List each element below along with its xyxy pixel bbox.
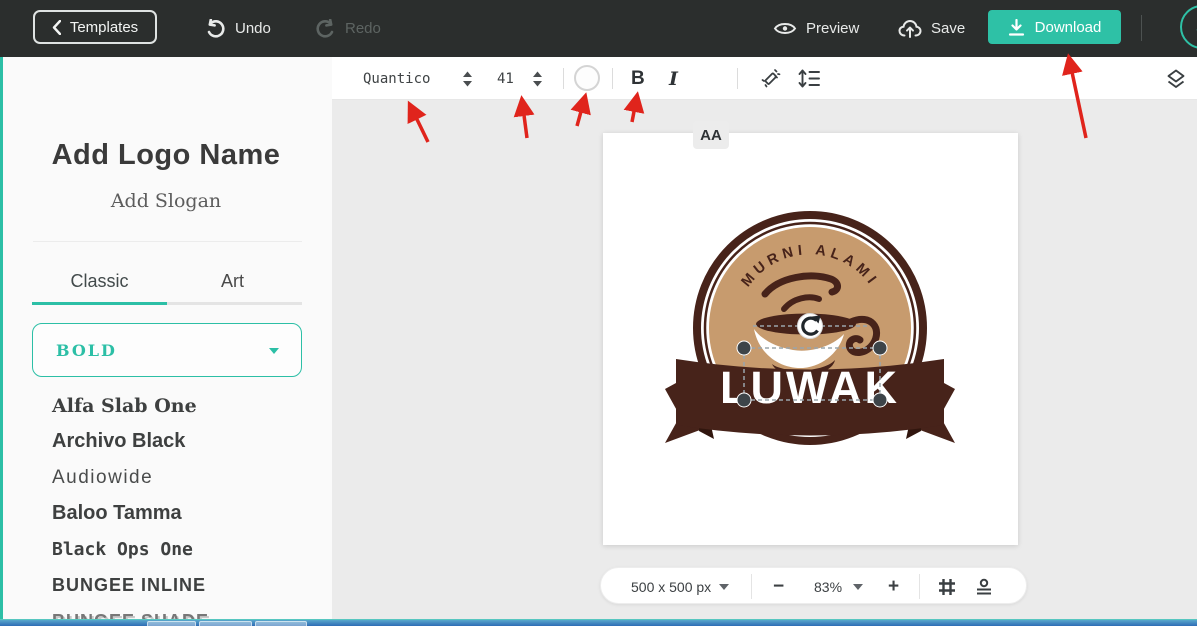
avatar[interactable]: S bbox=[1180, 5, 1197, 49]
snap-toggle-button[interactable] bbox=[975, 568, 993, 605]
undo-label: Undo bbox=[235, 20, 271, 37]
font-stepper-icon bbox=[462, 71, 473, 87]
zoom-caret[interactable] bbox=[853, 568, 863, 605]
taskbar-window-button[interactable] bbox=[255, 621, 307, 626]
header-bar: Templates Undo Redo Preview bbox=[0, 0, 1197, 57]
save-button[interactable]: Save bbox=[898, 0, 965, 57]
design-artboard[interactable]: MURNI ALAMI LUWAK bbox=[603, 133, 1018, 545]
logo-maker-app: Templates Undo Redo Preview bbox=[0, 0, 1197, 626]
font-size-field[interactable]: 41 bbox=[497, 57, 514, 100]
font-family-stepper[interactable] bbox=[462, 57, 473, 100]
dropdown-caret-icon bbox=[269, 348, 279, 354]
font-option-bungee-inline[interactable]: BUNGEE INLINE bbox=[52, 575, 206, 596]
bold-button[interactable]: B bbox=[631, 57, 645, 100]
tab-art-underline bbox=[167, 302, 302, 305]
canvas-size-select[interactable]: 500 x 500 px bbox=[631, 568, 711, 605]
font-option-audiowide[interactable]: Audiowide bbox=[52, 467, 153, 489]
layers-icon bbox=[1165, 68, 1187, 90]
canvas-size-caret[interactable] bbox=[719, 568, 729, 605]
toolbar-divider bbox=[612, 68, 613, 89]
font-option-baloo-tamma[interactable]: Baloo Tamma bbox=[52, 502, 182, 525]
left-sidebar: Add Logo Name Add Slogan Classic Art BOL… bbox=[0, 57, 332, 619]
line-spacing-button[interactable] bbox=[798, 57, 820, 100]
pill-divider bbox=[751, 574, 752, 599]
zoom-out-button[interactable]: − bbox=[773, 568, 784, 605]
save-cloud-icon bbox=[898, 19, 922, 38]
canvas-controls-bar: 500 x 500 px − 83% + bbox=[600, 567, 1027, 604]
header-divider bbox=[1141, 15, 1142, 41]
zoom-caret-icon bbox=[853, 584, 863, 590]
tab-classic-underline bbox=[32, 302, 167, 305]
italic-label: I bbox=[669, 68, 678, 90]
tab-art[interactable]: Art bbox=[165, 271, 300, 292]
effects-wand-icon bbox=[760, 68, 781, 89]
text-color-swatch[interactable] bbox=[574, 65, 600, 91]
font-option-archivo-black[interactable]: Archivo Black bbox=[52, 430, 185, 453]
italic-button[interactable]: I bbox=[669, 57, 678, 100]
font-size-value: 41 bbox=[497, 71, 514, 87]
zoom-level-value[interactable]: 83% bbox=[814, 568, 842, 605]
undo-icon bbox=[205, 19, 226, 39]
preview-eye-icon bbox=[773, 20, 797, 37]
uppercase-button[interactable]: AA bbox=[693, 121, 729, 149]
zoom-in-button[interactable]: + bbox=[888, 568, 899, 605]
effects-button[interactable] bbox=[760, 57, 781, 100]
grid-icon bbox=[938, 578, 956, 596]
redo-icon bbox=[315, 19, 336, 39]
taskbar-window-button[interactable] bbox=[199, 621, 252, 626]
text-toolbar: Quantico 41 B I AA bbox=[332, 57, 1197, 100]
size-stepper-icon bbox=[532, 71, 543, 87]
logo-name-field[interactable]: Add Logo Name bbox=[0, 139, 332, 172]
download-icon bbox=[1008, 19, 1025, 36]
preview-button[interactable]: Preview bbox=[773, 0, 859, 57]
back-chevron-icon bbox=[52, 20, 61, 35]
redo-label: Redo bbox=[345, 20, 381, 37]
font-option-black-ops-one[interactable]: Black Ops One bbox=[52, 539, 193, 560]
undo-button[interactable]: Undo bbox=[205, 0, 271, 57]
resize-handle-top-right[interactable] bbox=[873, 341, 887, 355]
tab-classic[interactable]: Classic bbox=[32, 271, 167, 292]
redo-button[interactable]: Redo bbox=[315, 0, 381, 57]
templates-label: Templates bbox=[70, 19, 138, 36]
download-label: Download bbox=[1035, 19, 1102, 36]
resize-handle-bottom-right[interactable] bbox=[873, 393, 887, 407]
download-button[interactable]: Download bbox=[988, 10, 1121, 44]
canvas-size-value: 500 x 500 px bbox=[631, 579, 711, 595]
grid-toggle-button[interactable] bbox=[938, 568, 956, 605]
save-label: Save bbox=[931, 20, 965, 37]
snap-baseline-icon bbox=[975, 578, 993, 596]
pill-divider bbox=[919, 574, 920, 599]
layers-button[interactable] bbox=[1165, 57, 1187, 100]
preview-label: Preview bbox=[806, 20, 859, 37]
font-family-select[interactable]: Quantico bbox=[363, 57, 430, 100]
font-size-stepper[interactable] bbox=[532, 57, 543, 100]
uppercase-label: AA bbox=[700, 127, 722, 144]
size-caret-icon bbox=[719, 584, 729, 590]
toolbar-divider bbox=[737, 68, 738, 89]
os-taskbar[interactable] bbox=[0, 619, 1197, 626]
resize-handle-bottom-left[interactable] bbox=[737, 393, 751, 407]
coffee-logo[interactable]: MURNI ALAMI LUWAK bbox=[603, 133, 1018, 545]
line-spacing-icon bbox=[798, 69, 820, 88]
font-category-dropdown[interactable]: BOLD bbox=[32, 323, 302, 377]
resize-handle-top-left[interactable] bbox=[737, 341, 751, 355]
font-family-value: Quantico bbox=[363, 71, 430, 87]
toolbar-divider bbox=[563, 68, 564, 89]
sidebar-divider bbox=[33, 241, 302, 242]
font-option-alfa-slab-one[interactable]: Alfa Slab One bbox=[52, 395, 197, 417]
font-category-value: BOLD bbox=[56, 341, 117, 360]
taskbar-window-button[interactable] bbox=[147, 621, 196, 626]
templates-button[interactable]: Templates bbox=[33, 10, 157, 44]
slogan-field[interactable]: Add Slogan bbox=[0, 190, 332, 212]
bold-label: B bbox=[631, 68, 645, 90]
